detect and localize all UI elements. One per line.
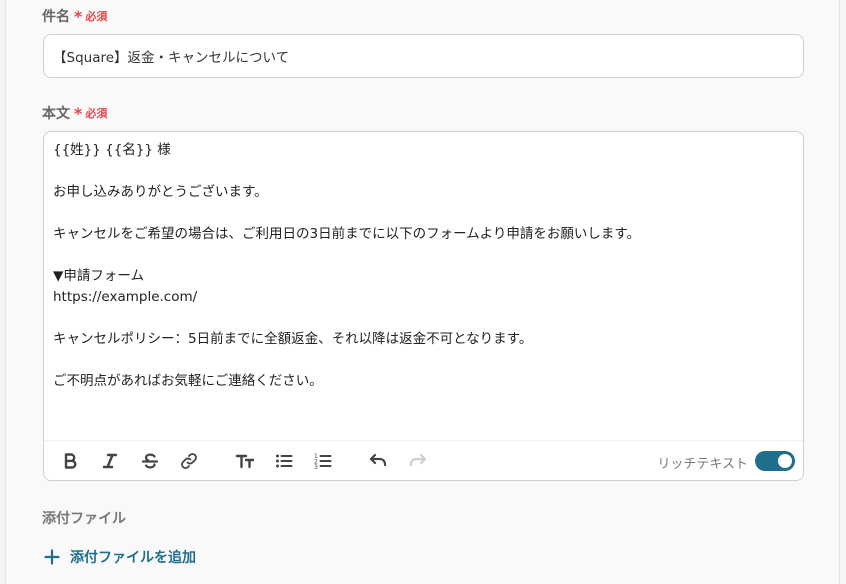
required-text: 必須	[85, 107, 108, 120]
body-line: キャンセルをご希望の場合は、ご利用日の3日前までに以下のフォームより申請をお願い…	[53, 226, 641, 242]
link-button[interactable]	[177, 449, 201, 473]
form-card: 件名 * 必須 【Square】返金・キャンセルについて 本文 * 必須 {{姓…	[5, 0, 840, 584]
undo-icon	[369, 453, 387, 467]
body-line	[53, 161, 794, 182]
plus-icon	[44, 549, 60, 565]
toggle-knob	[778, 454, 792, 468]
bullet-list-icon	[276, 454, 293, 468]
strikethrough-button[interactable]	[138, 449, 162, 473]
add-attachment-button[interactable]: 添付ファイルを追加	[44, 546, 196, 568]
body-line: {{姓}} {{名}} 様	[53, 142, 171, 158]
undo-button[interactable]	[366, 449, 390, 473]
text-size-button[interactable]	[233, 449, 257, 473]
add-attachment-label: 添付ファイルを追加	[70, 550, 196, 566]
link-icon	[181, 453, 197, 469]
attachments-label: 添付ファイル	[42, 511, 126, 527]
body-line: キャンセルポリシー：5日前までに全額返金、それ以降は返金不可となります。	[53, 331, 533, 347]
bold-icon	[64, 453, 77, 469]
italic-button[interactable]	[98, 449, 122, 473]
rich-text-toggle[interactable]	[755, 451, 795, 471]
body-line: https://example.com/	[53, 289, 198, 305]
text-size-icon	[235, 454, 255, 469]
redo-icon	[409, 453, 427, 467]
italic-icon	[102, 453, 118, 469]
body-line	[53, 245, 794, 266]
bold-button[interactable]	[58, 449, 82, 473]
rich-text-label: リッチテキスト	[657, 457, 748, 472]
body-line: お申し込みありがとうございます。	[53, 184, 268, 200]
body-label: 本文 * 必須	[42, 103, 107, 123]
editor-toolbar: 1 2 3 リッチテキスト	[44, 440, 803, 480]
body-line: ご不明点があればお気軽にご連絡ください。	[53, 373, 323, 389]
body-line	[53, 350, 794, 371]
body-editor[interactable]: {{姓}} {{名}} 様 お申し込みありがとうございます。 キャンセルをご希望…	[43, 131, 804, 481]
bullet-list-button[interactable]	[272, 449, 296, 473]
required-mark: *	[74, 6, 83, 26]
subject-label: 件名 * 必須	[42, 6, 107, 26]
subject-input[interactable]: 【Square】返金・キャンセルについて	[43, 34, 804, 78]
numbered-list-button[interactable]: 1 2 3	[311, 449, 335, 473]
subject-value: 【Square】返金・キャンセルについて	[53, 50, 290, 66]
redo-button[interactable]	[406, 449, 430, 473]
body-line	[53, 203, 794, 224]
required-text: 必須	[85, 10, 108, 23]
body-label-text: 本文	[42, 106, 70, 122]
required-mark: *	[74, 103, 83, 123]
strikethrough-icon	[141, 453, 159, 469]
body-line	[53, 308, 794, 329]
subject-label-text: 件名	[42, 9, 70, 25]
svg-text:3: 3	[314, 464, 318, 471]
numbered-list-icon: 1 2 3	[314, 453, 332, 471]
body-text-area[interactable]: {{姓}} {{名}} 様 お申し込みありがとうございます。 キャンセルをご希望…	[53, 140, 794, 392]
body-line: ▼申請フォーム	[53, 268, 144, 284]
